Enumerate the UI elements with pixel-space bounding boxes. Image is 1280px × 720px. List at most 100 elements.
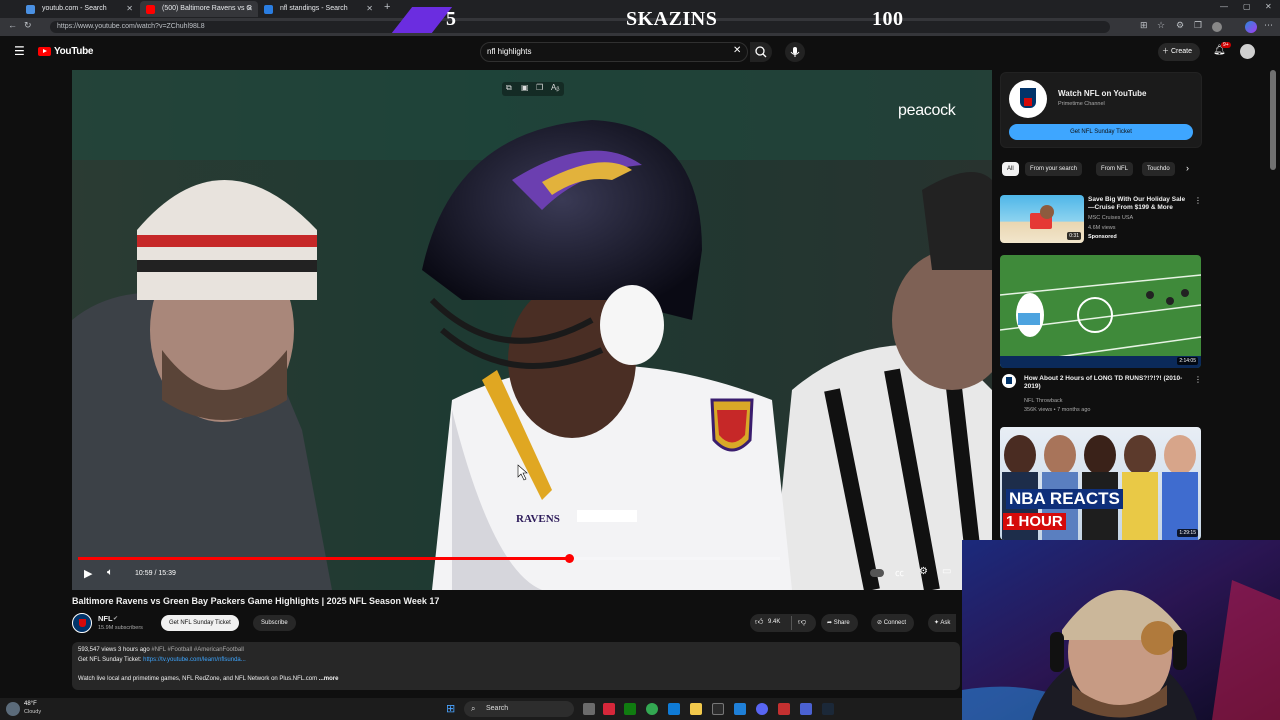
- sidebar-video-title[interactable]: How About 2 Hours of LONG TD RUNS?!?!?! …: [1024, 375, 1192, 391]
- calculator-icon[interactable]: [712, 703, 724, 715]
- windows-start-icon[interactable]: ⊞: [446, 702, 455, 715]
- browser-tab-active[interactable]: (500) Baltimore Ravens vs G ✕: [140, 1, 258, 17]
- description-box[interactable]: 593,547 views 3 hours ago #NFL #Football…: [72, 642, 960, 690]
- steam-icon[interactable]: [822, 703, 834, 715]
- sidebar-video-thumbnail[interactable]: NBA REACTS 1 HOUR 1:29:15: [1000, 427, 1201, 540]
- autoplay-toggle[interactable]: [870, 569, 884, 577]
- sidebar-video-thumbnail[interactable]: 2:14:05: [1000, 255, 1201, 368]
- task-view-icon[interactable]: [583, 703, 595, 715]
- app-icon[interactable]: [800, 703, 812, 715]
- back-icon[interactable]: ←: [8, 20, 17, 30]
- copilot-icon[interactable]: [1245, 21, 1257, 33]
- file-explorer-icon[interactable]: [690, 703, 702, 715]
- sidebar-video-thumbnail[interactable]: 0:31: [1000, 195, 1084, 243]
- taskbar-search[interactable]: ⌕ Search: [464, 701, 574, 717]
- account-avatar[interactable]: [1240, 44, 1255, 59]
- clear-search-icon[interactable]: ✕: [733, 45, 741, 56]
- hamburger-menu-icon[interactable]: ☰: [14, 44, 25, 58]
- page-scrollbar[interactable]: [1270, 70, 1276, 170]
- minimize-button[interactable]: —: [1220, 2, 1228, 11]
- youtube-header: ☰ YouTube nfl highlights ✕ ＋ Create 🔔︎ 9…: [0, 38, 1280, 66]
- obs-icon[interactable]: [778, 703, 790, 715]
- app-icon[interactable]: [603, 703, 615, 715]
- voice-search-button[interactable]: [785, 42, 805, 62]
- ask-button[interactable]: ✦ Ask: [928, 614, 957, 632]
- channel-avatar[interactable]: [72, 613, 92, 633]
- close-window-button[interactable]: ✕: [1265, 2, 1272, 11]
- peacock-watermark: peacock: [898, 102, 956, 119]
- extension-icon[interactable]: ⊞: [1140, 20, 1148, 31]
- youtube-logo-icon[interactable]: [38, 47, 51, 56]
- miniplayer-icon[interactable]: ▭: [942, 566, 951, 577]
- taskbar-search-label: Search: [486, 705, 509, 712]
- mail-icon[interactable]: [734, 703, 746, 715]
- menu-icon[interactable]: ⋯: [1264, 20, 1273, 31]
- football-field-graphic: [1000, 274, 1201, 368]
- sunday-ticket-button[interactable]: Get NFL Sunday Ticket: [161, 615, 239, 631]
- connect-button[interactable]: ⊘ Connect: [871, 614, 915, 632]
- play-button-icon[interactable]: ▶: [84, 567, 92, 580]
- xbox-icon[interactable]: [624, 703, 636, 715]
- captions-icon[interactable]: ㏄: [895, 566, 904, 579]
- channel-name[interactable]: NFL: [98, 614, 113, 623]
- youtube-logo-text[interactable]: YouTube: [54, 46, 94, 57]
- chip-from-search[interactable]: From your search: [1025, 162, 1083, 176]
- create-button[interactable]: ＋ Create: [1158, 43, 1200, 61]
- more-options-icon[interactable]: ⋮: [1194, 196, 1202, 205]
- progress-played: [78, 557, 570, 560]
- chrome-icon[interactable]: [646, 703, 658, 715]
- browser-tab[interactable]: nfl standings - Search ✕: [258, 1, 378, 17]
- overlay-accent-shape: [391, 7, 453, 33]
- chip-from-nfl[interactable]: From NFL: [1096, 162, 1133, 176]
- refresh-icon[interactable]: ↻: [24, 20, 32, 31]
- chip-all[interactable]: All: [1002, 162, 1019, 176]
- close-tab-icon[interactable]: ✕: [366, 1, 373, 17]
- copy-icon[interactable]: ❐: [536, 83, 543, 92]
- progress-track[interactable]: [78, 554, 780, 563]
- nfl-logo: [1009, 80, 1047, 118]
- promo-button[interactable]: Get NFL Sunday Ticket: [1009, 124, 1193, 140]
- translate-icon[interactable]: Aᵦ: [551, 83, 559, 92]
- weather-temp: 48°F: [24, 701, 37, 707]
- search-input[interactable]: nfl highlights: [480, 42, 748, 62]
- favorite-icon[interactable]: ☆: [1157, 20, 1165, 31]
- settings-gear-icon[interactable]: ⚙: [919, 566, 928, 577]
- chip-touchdowns[interactable]: Touchdo: [1142, 162, 1175, 176]
- search-button[interactable]: [750, 42, 772, 62]
- ticket-link[interactable]: https://tv.youtube.com/learn/nflsunda...: [143, 657, 246, 663]
- more-options-icon[interactable]: ⋮: [1194, 375, 1202, 384]
- youtube-tab-icon: [146, 5, 155, 14]
- edge-icon[interactable]: [668, 703, 680, 715]
- hashtags[interactable]: #NFL #Football #AmericanFootball: [151, 647, 244, 653]
- chevron-right-icon[interactable]: ›: [1186, 163, 1189, 173]
- like-icon[interactable]: 👍︎: [755, 617, 763, 627]
- video-player[interactable]: RAVENS ⧉ ▣ ❐ Aᵦ peacock ▶ 🔈︎ 10:59 / 15:…: [72, 70, 992, 590]
- search-icon: [755, 46, 767, 58]
- weather-icon[interactable]: [6, 702, 20, 716]
- share-button[interactable]: ➦ Share: [821, 614, 858, 632]
- close-tab-icon[interactable]: ✕: [246, 1, 253, 17]
- ticket-label: Get NFL Sunday Ticket:: [78, 657, 144, 663]
- profile-avatar[interactable]: [1212, 22, 1222, 32]
- description-text: Watch live local and primetime games, NF…: [78, 676, 318, 682]
- overlay-left-score: 5: [446, 8, 457, 30]
- maximize-button[interactable]: ▢: [1243, 2, 1251, 11]
- volume-icon[interactable]: 🔈︎: [107, 567, 113, 578]
- pip-icon[interactable]: ▣: [521, 83, 529, 92]
- more-link[interactable]: ...more: [319, 676, 339, 682]
- channel-avatar[interactable]: [1002, 374, 1016, 388]
- subscribe-button[interactable]: Subscribe: [253, 615, 296, 631]
- screenshot-icon[interactable]: ⧉: [506, 83, 512, 93]
- sidebar-video-title[interactable]: Save Big With Our Holiday Sale —Cruise F…: [1088, 196, 1192, 212]
- collections-icon[interactable]: ❐: [1194, 20, 1202, 31]
- discord-icon[interactable]: [756, 703, 768, 715]
- browser-tab[interactable]: youtub.com - Search ✕: [20, 1, 138, 17]
- like-count: 9.4K: [768, 619, 781, 625]
- windows-taskbar: 48°F Cloudy ⊞ ⌕ Search: [0, 698, 962, 720]
- sidebar-video-channel: MSC Cruises USA: [1088, 215, 1134, 221]
- dislike-icon[interactable]: 👎︎: [798, 617, 806, 627]
- settings-icon[interactable]: ⚙: [1176, 20, 1184, 31]
- close-tab-icon[interactable]: ✕: [126, 1, 133, 17]
- promo-subtitle: Primetime Channel: [1058, 101, 1105, 107]
- ask-label: Ask: [940, 620, 951, 626]
